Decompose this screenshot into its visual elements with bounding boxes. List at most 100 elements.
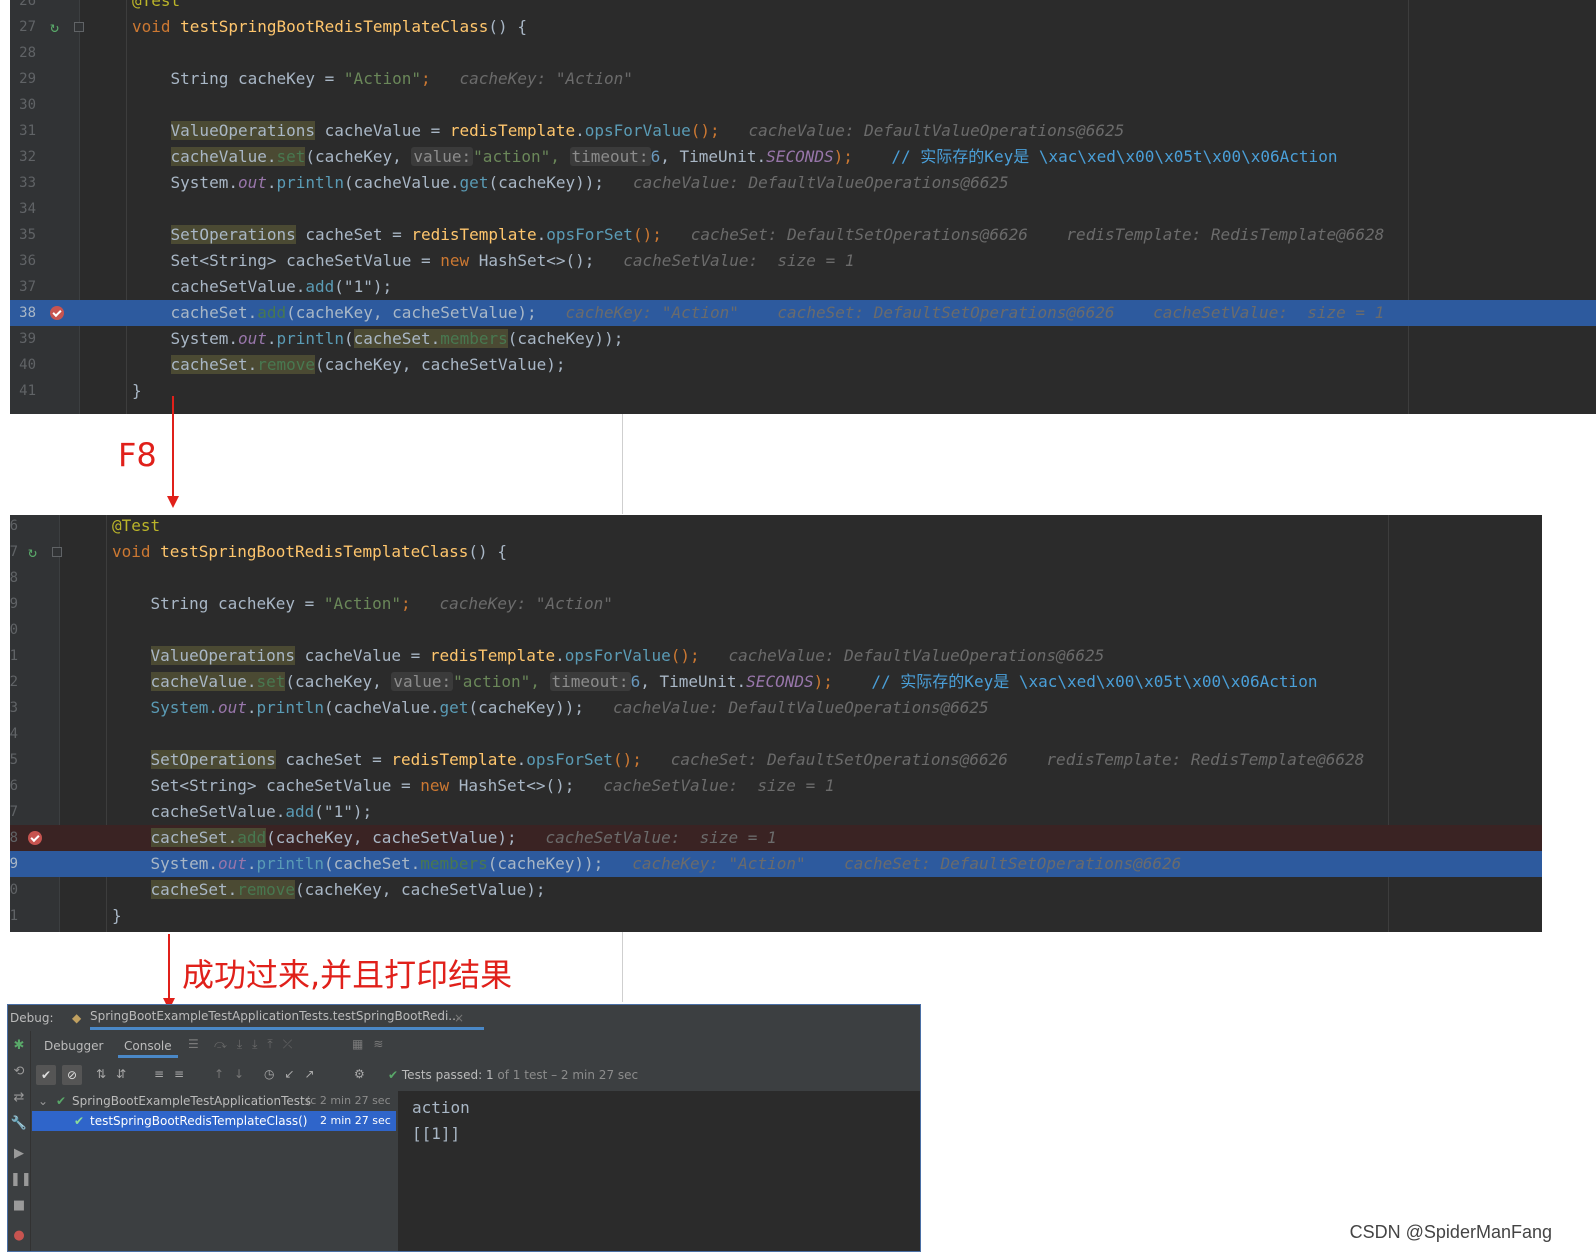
line-number: 4 <box>10 726 18 742</box>
code-token: cacheSetValue: size = 1 <box>516 828 777 847</box>
code-line[interactable]: 26 @Test <box>10 0 1596 14</box>
code-text: SetOperations cacheSet = redisTemplate.o… <box>132 222 1384 248</box>
code-token: cacheValue. <box>150 672 257 691</box>
resume-program-icon[interactable]: ▶ <box>10 1145 28 1163</box>
step-arrow-head <box>167 496 179 508</box>
code-token: (); <box>632 225 662 244</box>
passed-check-icon: ✔ <box>74 1114 85 1128</box>
tab-debugger[interactable]: Debugger <box>44 1039 103 1053</box>
code-line[interactable]: 30 <box>10 92 1596 118</box>
close-tab-icon[interactable]: × <box>454 1005 464 1031</box>
fold-icon[interactable] <box>74 22 84 32</box>
fold-icon[interactable] <box>52 547 62 557</box>
line-number: 8 <box>10 570 18 586</box>
code-line[interactable]: 4 <box>10 721 1542 747</box>
breakpoint-icon[interactable] <box>50 306 64 320</box>
tab-console[interactable]: Console <box>118 1035 178 1058</box>
code-line[interactable]: 39 System.out.println(cacheSet.members(c… <box>10 326 1596 352</box>
code-line[interactable]: 0 cacheSet.remove(cacheKey, cacheSetValu… <box>10 877 1542 903</box>
code-line[interactable]: 7 ↻ void testSpringBootRedisTemplateClass(… <box>10 539 1542 565</box>
code-line[interactable]: 27 ↻ void testSpringBootRedisTemplateClass… <box>10 14 1596 40</box>
code-text: cacheSet.remove(cacheKey, cacheSetValue)… <box>112 877 545 903</box>
pause-icon[interactable]: ❚❚ <box>10 1171 32 1189</box>
code-line[interactable]: 0 <box>10 617 1542 643</box>
stop-icon[interactable]: ■ <box>10 1197 28 1215</box>
menu-icon[interactable]: ☰ <box>188 1037 199 1051</box>
code-token: Set<String> cacheSetValue = <box>132 251 441 270</box>
code-line[interactable]: 40 cacheSet.remove(cacheKey, cacheSetVal… <box>10 352 1596 378</box>
code-token: () { <box>488 17 527 36</box>
evaluate-icons[interactable]: ▦≋ <box>352 1037 393 1051</box>
divider-line <box>622 414 623 514</box>
code-line[interactable]: 7 cacheSetValue.add("1"); <box>10 799 1542 825</box>
code-token: println <box>276 173 344 192</box>
history-export-icons[interactable]: ◷↙↗ <box>264 1067 325 1081</box>
settings-icon[interactable]: ⚙ <box>354 1067 365 1081</box>
code-line[interactable]: 32 cacheValue.set(cacheKey, value: "actio… <box>10 144 1596 170</box>
code-token: cacheSet. <box>150 880 238 899</box>
line-number: 6 <box>10 518 18 534</box>
code-line[interactable]: 38 cacheSet.add(cacheKey, cacheSetValue)… <box>10 300 1596 326</box>
expand-collapse-icons[interactable]: ≡≡ <box>154 1067 194 1081</box>
navigate-icons[interactable]: ↑↓ <box>214 1067 254 1081</box>
line-number: 40 <box>19 357 36 373</box>
code-text: String cacheKey = "Action"; cacheKey: "A… <box>112 591 613 617</box>
run-test-icon[interactable]: ↻ <box>28 543 37 561</box>
chevron-down-icon[interactable]: ⌄ <box>38 1091 48 1111</box>
code-line[interactable]: 8 <box>10 565 1542 591</box>
code-line[interactable]: 3 System.out.println(cacheValue.get(cach… <box>10 695 1542 721</box>
code-line[interactable]: 29 String cacheKey = "Action"; cacheKey:… <box>10 66 1596 92</box>
code-line[interactable]: 1 ValueOperations cacheValue = redisTemp… <box>10 643 1542 669</box>
code-line[interactable]: 6 @Test <box>10 515 1542 539</box>
rerun-icon[interactable]: ✱ <box>10 1037 28 1055</box>
tree-row-class[interactable]: ⌄ ✔ SpringBootExampleTestApplicationTest… <box>32 1091 396 1111</box>
console-output[interactable]: action [[1]] <box>398 1091 920 1251</box>
breakpoint-icon[interactable] <box>28 831 42 845</box>
line-number: 9 <box>10 596 18 612</box>
debug-session-tab[interactable]: SpringBootExampleTestApplicationTests.te… <box>90 1005 484 1030</box>
code-line[interactable]: 28 <box>10 40 1596 66</box>
show-ignored-icon[interactable]: ⊘ <box>62 1065 82 1085</box>
code-line[interactable]: 9 String cacheKey = "Action"; cacheKey: … <box>10 591 1542 617</box>
code-line[interactable]: 35 SetOperations cacheSet = redisTemplat… <box>10 222 1596 248</box>
code-token: (cacheKey)); <box>487 854 604 873</box>
code-token: value: <box>391 672 454 691</box>
resume-icon[interactable]: ⟲ <box>10 1063 28 1081</box>
code-token: (cacheKey)); <box>468 698 585 717</box>
code-line[interactable]: 2 cacheValue.set(cacheKey, value: "action… <box>10 669 1542 695</box>
code-line[interactable]: 1} <box>10 903 1542 929</box>
code-token: redisTemplate <box>391 750 517 769</box>
status-suffix: of 1 test – 2 min 27 sec <box>497 1068 639 1082</box>
code-line[interactable]: 34 <box>10 196 1596 222</box>
sort-icons[interactable]: ⇅⇵ <box>96 1067 136 1081</box>
line-number: 30 <box>19 97 36 113</box>
code-token: timeout: <box>569 147 651 166</box>
code-line[interactable]: 31 ValueOperations cacheValue = redisTem… <box>10 118 1596 144</box>
wrench-icon[interactable]: 🔧 <box>10 1115 28 1133</box>
code-token: new <box>440 251 479 270</box>
code-line[interactable]: 5 SetOperations cacheSet = redisTemplate… <box>10 747 1542 773</box>
code-token: ; <box>400 594 411 613</box>
show-passed-icon[interactable]: ✔ <box>36 1065 56 1085</box>
restore-layout-icon[interactable]: ⇄ <box>10 1089 28 1107</box>
line-number: 36 <box>19 253 36 269</box>
tree-row-method[interactable]: ✔ testSpringBootRedisTemplateClass() 2 m… <box>32 1111 396 1131</box>
code-line[interactable]: 8 cacheSet.add(cacheKey, cacheSetValue);… <box>10 825 1542 851</box>
step-icons[interactable]: ⤼⤓⤓⤒⤫ <box>214 1037 302 1052</box>
code-line[interactable]: 41} <box>10 378 1596 404</box>
code-line[interactable]: 6 Set<String> cacheSetValue = new HashSe… <box>10 773 1542 799</box>
run-test-icon[interactable]: ↻ <box>50 18 59 36</box>
code-line[interactable]: 9 System.out.println(cacheSet.members(ca… <box>10 851 1542 877</box>
code-line[interactable]: 33 System.out.println(cacheValue.get(cac… <box>10 170 1596 196</box>
view-breakpoints-icon[interactable]: ● <box>10 1227 28 1245</box>
code-token: cacheSet = <box>275 750 392 769</box>
code-line[interactable]: 37 cacheSetValue.add("1"); <box>10 274 1596 300</box>
code-token: 6 <box>630 672 641 691</box>
code-line[interactable]: 36 Set<String> cacheSetValue = new HashS… <box>10 248 1596 274</box>
passed-check-icon: ✔ <box>56 1094 67 1108</box>
code-token: cacheSet. <box>353 329 441 348</box>
